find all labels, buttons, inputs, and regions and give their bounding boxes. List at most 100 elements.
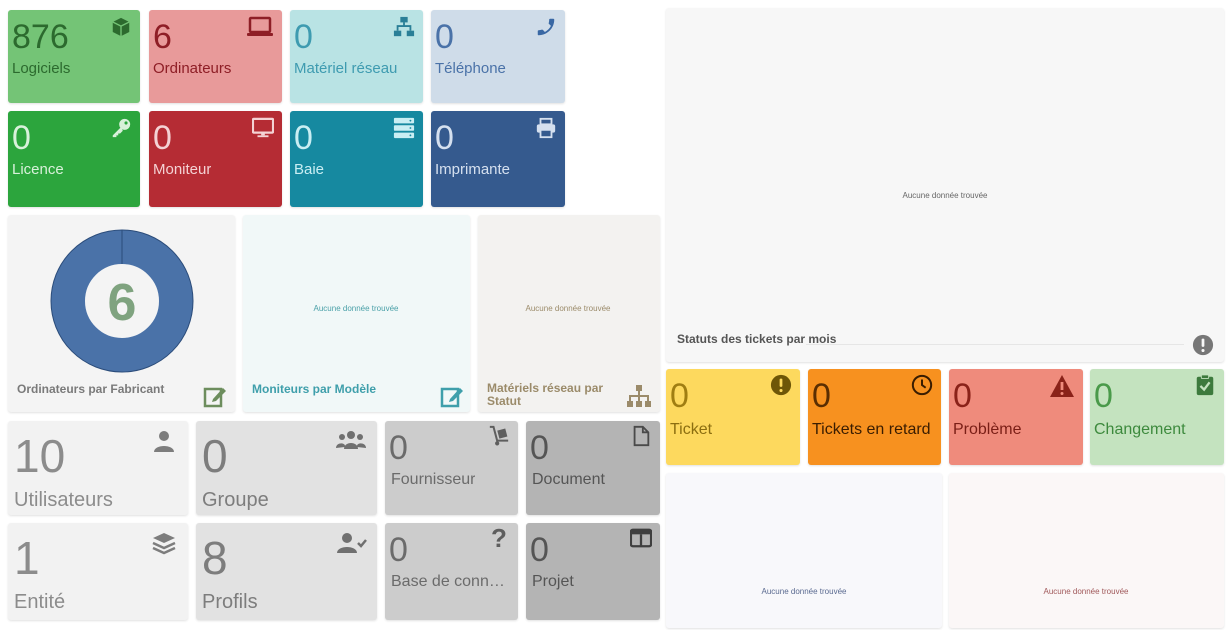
card-value: 6 <box>153 18 172 56</box>
card-value: 0 <box>953 377 972 415</box>
card-telephone[interactable]: 0 Téléphone <box>431 10 565 103</box>
empty-message: Aucune donnée trouvée <box>1043 587 1129 596</box>
card-value: 0 <box>153 119 172 157</box>
question-icon: ? <box>491 523 507 553</box>
chart-ordinateurs-fabricant: 6 Ordinateurs par Fabricant <box>8 215 235 412</box>
card-label: Licence <box>12 161 64 178</box>
donut-center-value: 6 <box>108 274 137 332</box>
warning-icon <box>1049 374 1075 397</box>
layers-icon <box>152 531 178 557</box>
card-label: Ordinateurs <box>153 60 232 77</box>
card-label: Logiciels <box>12 60 71 77</box>
card-moniteur[interactable]: 0 Moniteur <box>149 111 282 207</box>
card-changement[interactable]: 0 Changement <box>1090 369 1224 465</box>
user-icon <box>152 429 178 455</box>
card-label: Fournisseur <box>391 471 476 488</box>
card-label: Profils <box>202 591 258 613</box>
card-value: 1 <box>14 532 40 584</box>
card-value: 0 <box>435 18 454 56</box>
card-value: 0 <box>12 119 31 157</box>
empty-message: Aucune donnée trouvée <box>525 304 611 313</box>
card-value: 10 <box>14 430 66 482</box>
card-label: Base de conn… <box>391 573 505 590</box>
card-groupe[interactable]: 0 Groupe <box>196 421 377 515</box>
card-base-connaissances[interactable]: 0 Base de conn… ? <box>385 523 518 620</box>
card-value: 0 <box>530 429 549 467</box>
user-check-icon <box>337 531 367 557</box>
card-value: 0 <box>294 119 313 157</box>
card-fournisseur[interactable]: 0 Fournisseur <box>385 421 518 515</box>
empty-message: Aucune donnée trouvée <box>902 191 988 200</box>
card-value: 0 <box>389 531 408 569</box>
chart-moniteurs-modele: Aucune donnée trouvée Moniteurs par Modè… <box>243 215 470 412</box>
dashboard: 876 Logiciels 6 Ordinateurs 0 Matériel r… <box>0 0 1226 630</box>
divider <box>806 344 1184 345</box>
card-baie[interactable]: 0 Baie <box>290 111 423 207</box>
monitor-icon <box>252 117 274 139</box>
card-imprimante[interactable]: 0 Imprimante <box>431 111 565 207</box>
card-label: Document <box>532 471 605 488</box>
card-label: Matériel réseau <box>294 60 398 77</box>
dolly-icon <box>488 425 510 447</box>
card-probleme[interactable]: 0 Problème <box>949 369 1083 465</box>
card-value: 0 <box>670 377 689 415</box>
chart-title: Matériels réseau par Statut <box>487 381 604 408</box>
exclamation-circle-icon <box>770 374 792 396</box>
card-label: Téléphone <box>435 60 506 77</box>
card-value: 0 <box>812 377 831 415</box>
card-entite[interactable]: 1 Entité <box>8 523 188 620</box>
edit-icon[interactable] <box>440 384 464 408</box>
file-icon <box>630 425 652 447</box>
card-label: Moniteur <box>153 161 212 178</box>
card-value: 0 <box>202 430 228 482</box>
empty-message: Aucune donnée trouvée <box>761 587 847 596</box>
card-value: 0 <box>1094 377 1113 415</box>
card-value: 0 <box>435 119 454 157</box>
chart-materiels-statut: Aucune donnée trouvée Matériels réseau p… <box>478 215 660 412</box>
card-licence[interactable]: 0 Licence <box>8 111 140 207</box>
chart-tickets-mois: Aucune donnée trouvée Statuts des ticket… <box>666 8 1224 362</box>
clipboard-check-icon <box>1194 374 1216 396</box>
users-icon <box>335 429 367 455</box>
sitemap-icon <box>626 384 652 408</box>
network-icon <box>393 16 415 38</box>
card-label: Utilisateurs <box>14 489 113 511</box>
card-label: Problème <box>953 421 1022 438</box>
card-label: Ticket <box>670 421 713 438</box>
card-document[interactable]: 0 Document <box>526 421 660 515</box>
columns-icon <box>630 527 652 549</box>
exclamation-circle-icon <box>1192 334 1214 356</box>
card-logiciels[interactable]: 876 Logiciels <box>8 10 140 103</box>
laptop-icon <box>246 16 274 38</box>
card-label: Tickets en retard <box>812 421 931 438</box>
card-tickets-retard[interactable]: 0 Tickets en retard <box>808 369 941 465</box>
card-value: 876 <box>12 18 69 56</box>
chart-title: Ordinateurs par Fabricant <box>17 382 165 396</box>
card-label: Projet <box>532 573 574 590</box>
clock-icon <box>911 374 933 396</box>
card-ordinateurs[interactable]: 6 Ordinateurs <box>149 10 282 103</box>
card-projet[interactable]: 0 Projet <box>526 523 660 620</box>
card-value: 0 <box>389 429 408 467</box>
card-label: Entité <box>14 591 66 613</box>
card-label: Changement <box>1094 421 1186 438</box>
card-value: 0 <box>294 18 313 56</box>
card-materiel-reseau[interactable]: 0 Matériel réseau <box>290 10 423 103</box>
card-utilisateurs[interactable]: 10 Utilisateurs <box>8 421 188 515</box>
chart-bottom-right: Aucune donnée trouvée <box>949 473 1224 628</box>
card-value: 8 <box>202 532 228 584</box>
donut-chart: 6 <box>50 229 194 373</box>
edit-icon[interactable] <box>203 384 227 408</box>
phone-icon <box>535 16 557 38</box>
key-icon <box>110 117 132 139</box>
cube-icon <box>110 16 132 38</box>
card-profils[interactable]: 8 Profils <box>196 523 377 620</box>
card-label: Imprimante <box>435 161 511 178</box>
card-label: Baie <box>294 161 325 178</box>
chart-bottom-left: Aucune donnée trouvée <box>666 473 942 628</box>
chart-title: Moniteurs par Modèle <box>252 382 377 396</box>
card-label: Groupe <box>202 489 269 511</box>
server-icon <box>393 117 415 139</box>
printer-icon <box>535 117 557 139</box>
card-ticket[interactable]: 0 Ticket <box>666 369 800 465</box>
